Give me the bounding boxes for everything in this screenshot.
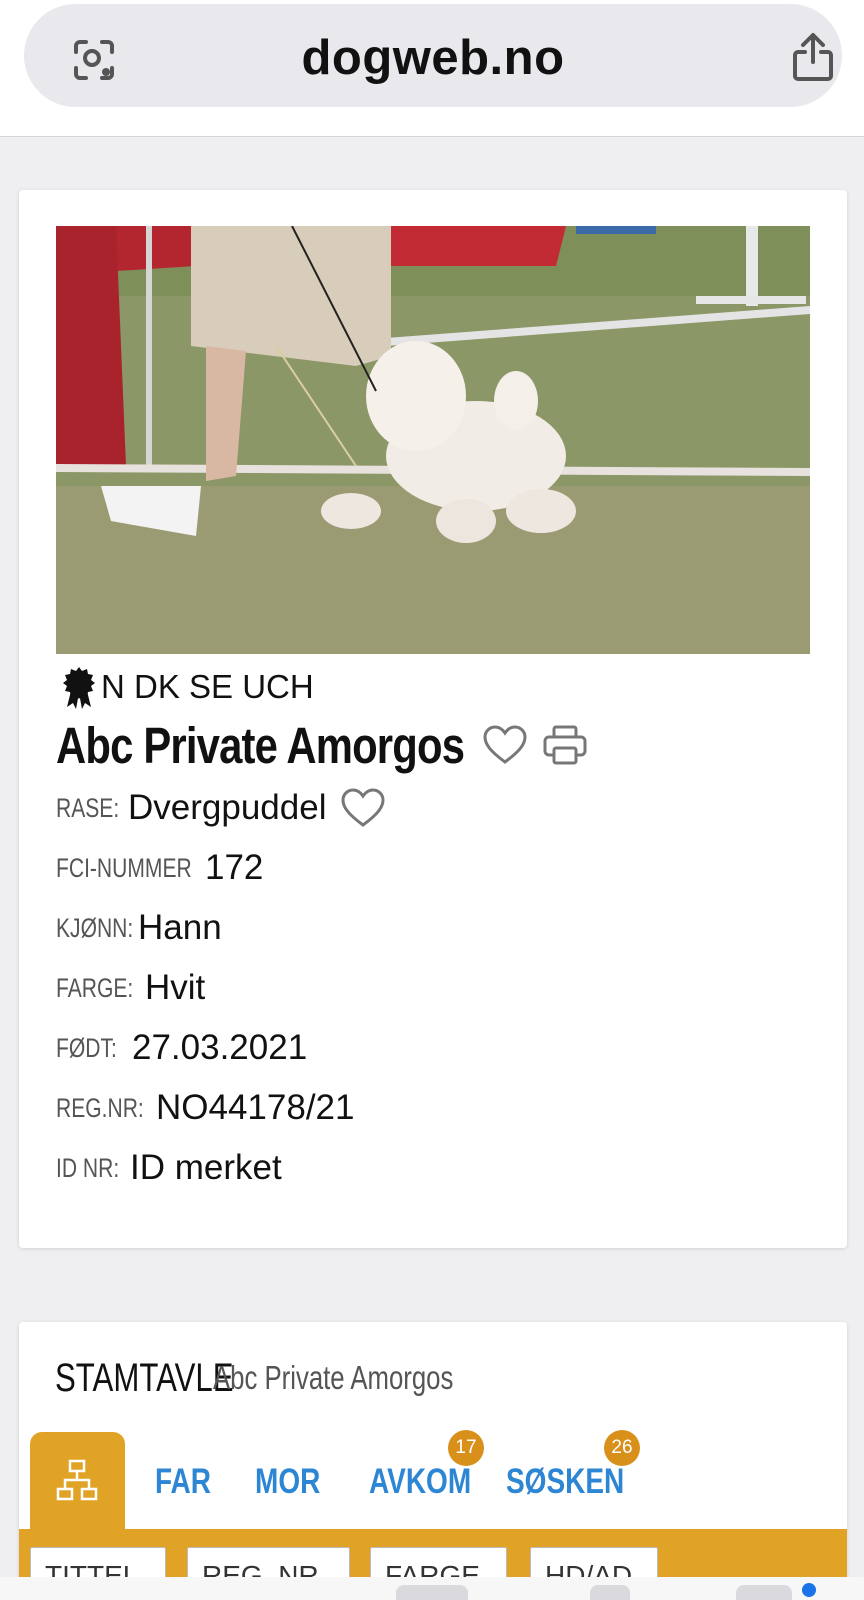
pedigree-header: STAMTAVLE Abc Private Amorgos bbox=[55, 1354, 521, 1402]
pedigree-dog-name: Abc Private Amorgos bbox=[213, 1359, 454, 1396]
toolbar-button[interactable] bbox=[590, 1585, 630, 1600]
sex-label: KJØNN: bbox=[56, 912, 134, 943]
id-number-label: ID NR: bbox=[56, 1152, 120, 1183]
heart-icon[interactable] bbox=[482, 724, 528, 766]
dog-photo[interactable] bbox=[56, 226, 810, 654]
id-number-value: ID merket bbox=[130, 1148, 282, 1187]
color-label: FARGE: bbox=[56, 972, 134, 1003]
pedigree-card: STAMTAVLE Abc Private Amorgos FAR MOR AV… bbox=[19, 1322, 847, 1600]
born-label: FØDT: bbox=[56, 1032, 117, 1063]
heart-icon[interactable] bbox=[340, 787, 386, 829]
reg-number-label: REG.NR: bbox=[56, 1092, 144, 1123]
toolbar-button[interactable] bbox=[736, 1585, 792, 1600]
tab-pedigree-tree[interactable] bbox=[30, 1432, 125, 1530]
browser-toolbar: dogweb.no bbox=[0, 0, 864, 137]
printer-icon[interactable] bbox=[542, 724, 588, 766]
dog-profile-card: N DK SE UCH Abc Private Amorgos RASE: Dv… bbox=[19, 190, 847, 1248]
champion-titles: N DK SE UCH bbox=[61, 662, 314, 712]
avkom-count-badge: 17 bbox=[448, 1430, 484, 1466]
breed-value: Dvergpuddel bbox=[128, 788, 327, 827]
pedigree-tabs: FAR MOR AVKOM 17 SØSKEN 26 bbox=[30, 1430, 830, 1530]
browser-bottom-bar bbox=[0, 1577, 864, 1600]
titles-text: N DK SE UCH bbox=[101, 668, 314, 705]
fci-number-value: 172 bbox=[205, 848, 264, 887]
tab-far[interactable]: FAR bbox=[155, 1462, 211, 1504]
pedigree-title: STAMTAVLE bbox=[55, 1355, 234, 1400]
family-tree-icon bbox=[56, 1459, 98, 1501]
toolbar-button[interactable] bbox=[396, 1585, 468, 1600]
field-breed: RASE: Dvergpuddel bbox=[56, 784, 386, 832]
color-value: Hvit bbox=[145, 968, 206, 1007]
sosken-count-badge: 26 bbox=[604, 1430, 640, 1466]
rosette-icon bbox=[63, 667, 95, 709]
url-text: dogweb.no bbox=[301, 31, 565, 85]
field-color: FARGE: Hvit bbox=[56, 964, 205, 1012]
fci-number-label: FCI-NUMMER bbox=[56, 852, 192, 883]
reg-number-value: NO44178/21 bbox=[156, 1088, 355, 1127]
field-reg-number: REG.NR: NO44178/21 bbox=[56, 1084, 354, 1132]
field-fci-number: FCI-NUMMER 172 bbox=[56, 844, 263, 892]
address-bar[interactable]: dogweb.no bbox=[24, 4, 842, 107]
field-born: FØDT: 27.03.2021 bbox=[56, 1024, 307, 1072]
share-icon[interactable] bbox=[790, 32, 836, 82]
breed-label: RASE: bbox=[56, 792, 120, 823]
field-sex: KJØNN: Hann bbox=[56, 904, 222, 952]
dog-name: Abc Private Amorgos bbox=[56, 716, 465, 774]
born-value: 27.03.2021 bbox=[132, 1028, 308, 1067]
dog-name-row: Abc Private Amorgos bbox=[56, 710, 588, 780]
tab-avkom[interactable]: AVKOM bbox=[369, 1462, 471, 1504]
sex-value: Hann bbox=[138, 908, 222, 947]
tab-mor[interactable]: MOR bbox=[255, 1462, 320, 1504]
field-id-number: ID NR: ID merket bbox=[56, 1144, 282, 1192]
notification-dot bbox=[802, 1583, 816, 1597]
tab-sosken[interactable]: SØSKEN bbox=[506, 1462, 624, 1504]
